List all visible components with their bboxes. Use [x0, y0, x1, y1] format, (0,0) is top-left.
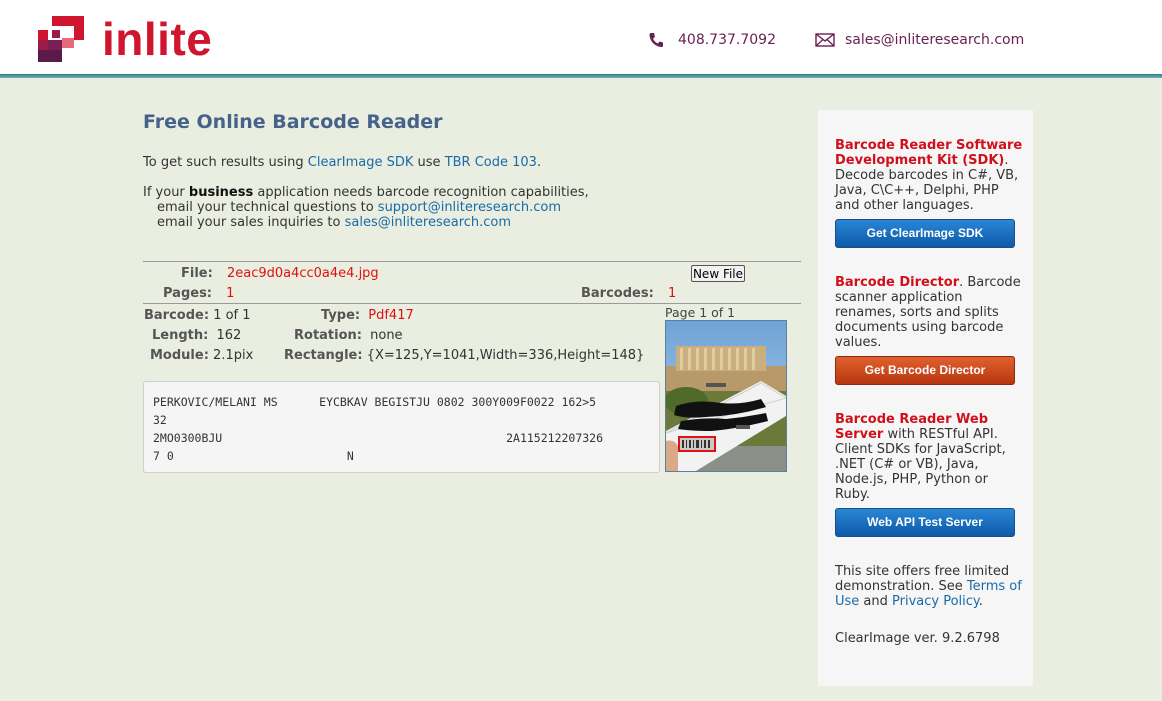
image-thumbnail[interactable]	[665, 320, 787, 472]
page-title: Free Online Barcode Reader	[143, 111, 443, 133]
tbr-code-link[interactable]: TBR Code 103	[445, 155, 537, 170]
file-value: 2eac9d0a4cc0a4e4.jpg	[226, 266, 379, 281]
page-of-label: Page 1 of 1	[665, 305, 736, 320]
support-prefix: email your technical questions to	[157, 200, 378, 215]
result-top-rule	[143, 261, 801, 262]
director-promo: Barcode Director. Barcode scanner applic…	[835, 275, 1023, 385]
length-row: Length: 162	[152, 328, 241, 343]
sidebar: Barcode Reader Software Development Kit …	[818, 110, 1033, 686]
sdk-description: Decode barcodes in C#, VB, Java, C\C++, …	[835, 168, 1019, 213]
new-file-button[interactable]: New File	[691, 265, 745, 282]
logo-text: inlite	[102, 13, 213, 65]
result-mid-rule	[143, 303, 801, 304]
barcodes-label: Barcodes:	[581, 286, 654, 301]
web-api-test-server-button[interactable]: Web API Test Server	[835, 508, 1015, 537]
webserver-promo: Barcode Reader Web Server with RESTful A…	[835, 412, 1023, 537]
notice-and: and	[859, 594, 893, 609]
pages-row: Pages: 1	[163, 286, 234, 301]
barcodes-value: 1	[667, 286, 677, 301]
file-row: File: 2eac9d0a4cc0a4e4.jpg	[181, 266, 379, 281]
rotation-label: Rotation:	[294, 328, 362, 343]
get-barcode-director-button[interactable]: Get Barcode Director	[835, 356, 1015, 385]
email-address: sales@inliteresearch.com	[845, 32, 1025, 48]
file-label: File:	[181, 266, 213, 281]
module-label: Module:	[150, 348, 209, 363]
sales-prefix: email your sales inquiries to	[157, 215, 345, 230]
email-contact[interactable]: sales@inliteresearch.com	[815, 32, 1024, 48]
barcode-index-row: Barcode: 1 of 1	[144, 308, 251, 323]
inlite-logo[interactable]: inlite	[38, 14, 212, 64]
length-label: Length:	[152, 328, 209, 343]
sdk-promo: Barcode Reader Software Development Kit …	[835, 138, 1023, 248]
business-bold: business	[188, 185, 254, 200]
intro-suffix: .	[536, 155, 542, 170]
barcode-result: File: 2eac9d0a4cc0a4e4.jpg New File Page…	[143, 261, 801, 473]
type-row: Type: Pdf417	[321, 308, 414, 323]
envelope-icon	[815, 33, 835, 47]
barcode-value: 1 of 1	[213, 308, 251, 323]
phone-contact[interactable]: 408.737.7092	[648, 32, 776, 48]
rotation-row: Rotation: none	[294, 328, 403, 343]
decoded-text: PERKOVIC/MELANI MS EYCBKAV BEGISTJU 0802…	[153, 395, 604, 463]
director-title[interactable]: Barcode Director	[835, 275, 959, 290]
pages-label: Pages:	[163, 286, 213, 301]
module-row: Module: 2.1pix	[150, 348, 253, 363]
barcode-label: Barcode:	[144, 308, 210, 323]
phone-number: 408.737.7092	[678, 32, 776, 48]
get-clearimage-sdk-button[interactable]: Get ClearImage SDK	[835, 219, 1015, 248]
site-header: inlite 408.737.7092 sales@inliteresearch…	[0, 0, 1162, 74]
length-value: 162	[216, 328, 242, 343]
sdk-title[interactable]: Barcode Reader Software Development Kit …	[835, 138, 1022, 168]
support-email-link[interactable]: support@inliteresearch.com	[378, 200, 561, 215]
support-line: email your technical questions to suppor…	[143, 200, 589, 215]
site-notice: This site offers free limited demonstrat…	[835, 564, 1023, 609]
intro-prefix: To get such results using	[143, 155, 308, 170]
type-label: Type:	[321, 308, 361, 323]
intro-middle: use	[413, 155, 445, 170]
module-value: 2.1pix	[213, 348, 254, 363]
pages-value: 1	[226, 286, 235, 301]
sales-email-link[interactable]: sales@inliteresearch.com	[345, 215, 511, 230]
header-divider	[0, 74, 1162, 78]
logo-mark-icon	[38, 16, 84, 62]
clearimage-sdk-link[interactable]: ClearImage SDK	[308, 155, 414, 170]
intro-paragraph: To get such results using ClearImage SDK…	[143, 155, 541, 170]
privacy-policy-link[interactable]: Privacy Policy	[892, 594, 979, 609]
phone-icon	[649, 33, 663, 47]
main-content: Free Online Barcode Reader To get such r…	[143, 108, 803, 230]
business-suffix: application needs barcode recognition ca…	[253, 185, 589, 200]
business-paragraph: If your business application needs barco…	[143, 185, 589, 230]
rotation-value: none	[370, 328, 403, 343]
version-text: ClearImage ver. 9.2.6798	[835, 631, 1000, 646]
type-value: Pdf417	[368, 308, 414, 323]
photo-preview	[666, 321, 786, 471]
decoded-text-box[interactable]: PERKOVIC/MELANI MS EYCBKAV BEGISTJU 0802…	[143, 381, 660, 473]
notice-suffix: .	[978, 594, 983, 609]
rectangle-row: Rectangle: {X=125,Y=1041,Width=336,Heigh…	[284, 348, 644, 363]
rectangle-label: Rectangle:	[284, 348, 363, 363]
business-prefix: If your	[143, 185, 189, 200]
sales-line: email your sales inquiries to sales@inli…	[143, 215, 589, 230]
rectangle-value: {X=125,Y=1041,Width=336,Height=148}	[366, 348, 645, 363]
barcodes-row: Barcodes: 1	[581, 286, 676, 301]
